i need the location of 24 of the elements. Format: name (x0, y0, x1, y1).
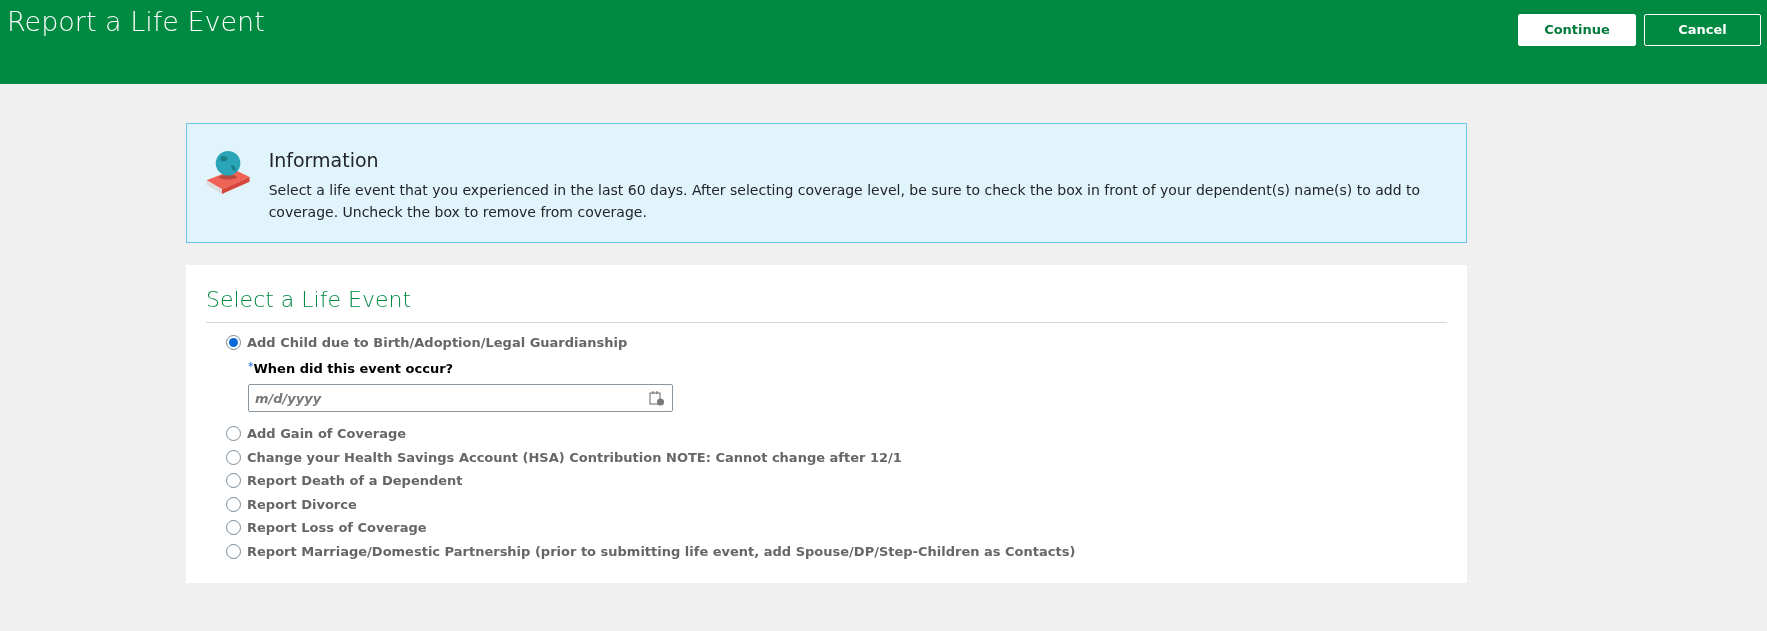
option-label: Add Child due to Birth/Adoption/Legal Guardianship (247, 334, 628, 352)
radio-button[interactable] (226, 473, 241, 489)
radio-button[interactable] (226, 449, 241, 465)
option-label: Report Loss of Coverage (247, 519, 427, 537)
option-label: Report Death of a Dependent (247, 472, 463, 490)
cancel-button[interactable]: Cancel (1644, 14, 1761, 46)
page-title: Report a Life Event (7, 6, 265, 39)
radio-button[interactable] (226, 335, 241, 351)
date-field[interactable]: m/d/yyyy (248, 384, 673, 412)
option-label: Report Marriage/Domestic Partnership (prior to submitting life event, add Spouse/DP/Step-Children as Contacts) (247, 542, 1076, 561)
info-message: Select a life event that you experienced in the last 60 days. After selecting coverage level, be sure to check the box in front of your dependent(s) name(s) to add to coverage. Uncheck the box to remove from coverage. (268, 180, 1422, 222)
radio-button[interactable] (226, 520, 241, 536)
option-label: Report Divorce (247, 495, 357, 514)
option-label: Change your Health Savings Account (HSA) Contribution NOTE: Cannot change after 12/1 (247, 448, 902, 467)
field-label: When did this event occur? (253, 359, 454, 378)
radio-button[interactable] (226, 426, 241, 442)
option-label: Add Gain of Coverage (247, 425, 407, 443)
continue-button[interactable]: Continue (1518, 14, 1636, 46)
section-title: Select a Life Event (206, 283, 1447, 323)
radio-button[interactable] (226, 496, 241, 512)
radio-button[interactable] (226, 543, 241, 559)
info-title: Information (268, 148, 380, 173)
calendar-icon[interactable] (649, 390, 665, 406)
required-marker: * (248, 358, 254, 375)
